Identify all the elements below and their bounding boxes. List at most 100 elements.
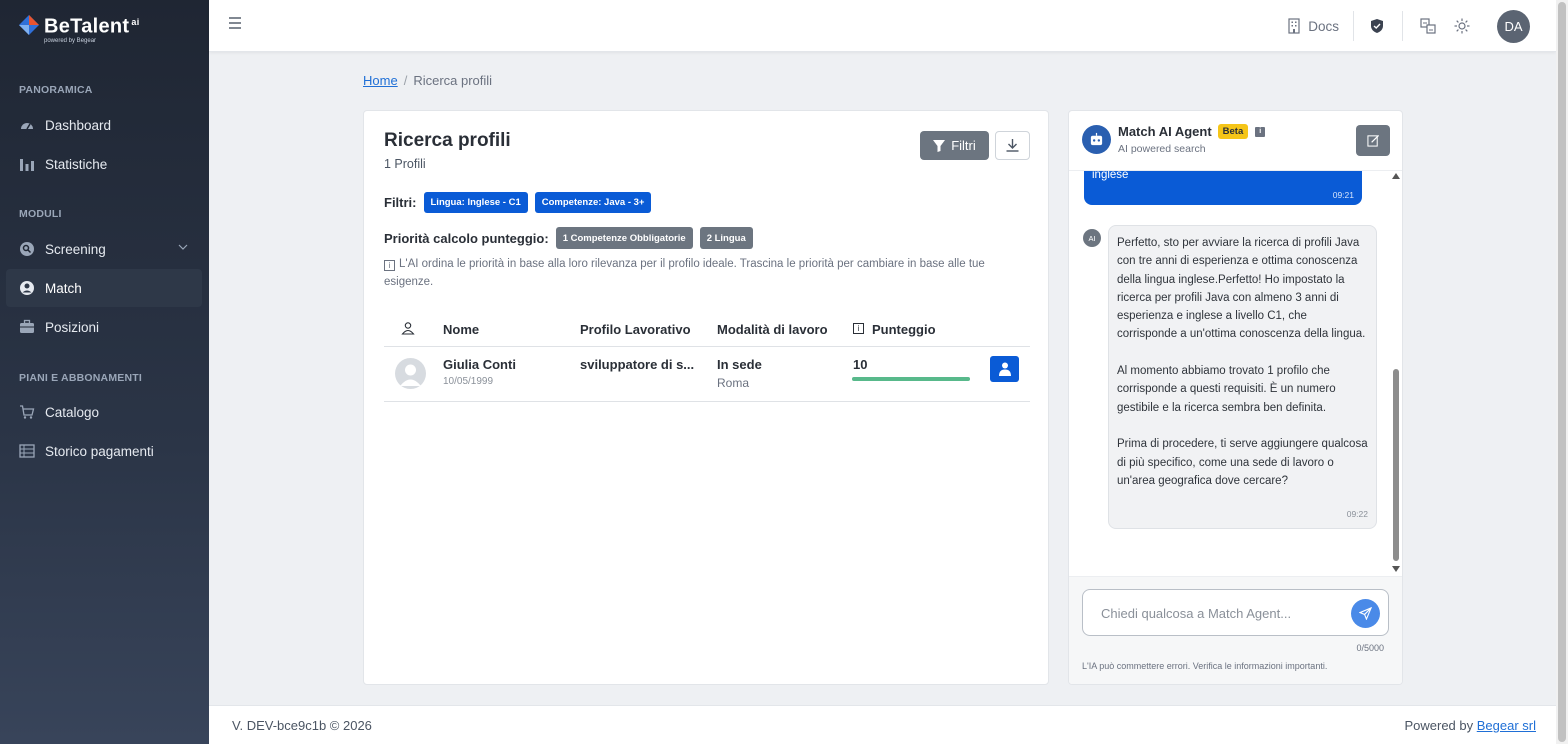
- breadcrumb-separator: /: [403, 73, 408, 88]
- ai-message: Perfetto, sto per avviare la ricerca di …: [1108, 225, 1377, 529]
- chevron-down-icon[interactable]: [178, 242, 188, 252]
- sidebar-item-statistiche[interactable]: Statistiche: [6, 145, 202, 183]
- page-title: Ricerca profili: [384, 130, 511, 151]
- chat-input-container: [1082, 589, 1389, 636]
- send-icon: [1359, 607, 1372, 620]
- breadcrumb-home-link[interactable]: Home: [363, 73, 398, 88]
- nav-section-panoramica: PANORAMICA: [19, 84, 93, 96]
- sidebar-item-label: Posizioni: [45, 319, 100, 335]
- funnel-icon: [933, 139, 946, 152]
- chat-title: Match AI Agent: [1118, 124, 1212, 139]
- sidebar-item-label: Dashboard: [45, 117, 112, 133]
- download-icon: [1006, 139, 1019, 152]
- app-name: BeTalent: [44, 15, 130, 38]
- ai-avatar: AI: [1083, 229, 1101, 247]
- column-header-profile[interactable]: Profilo Lavorativo: [580, 322, 691, 337]
- user-message-text: inglese: [1092, 171, 1129, 181]
- priority-chip-competenze[interactable]: 1 Competenze Obbligatorie: [555, 227, 693, 249]
- info-icon: i: [384, 260, 395, 271]
- candidate-work-mode: In sede: [717, 357, 762, 372]
- priority-hint: i L'AI ordina le priorità in base alla lo…: [384, 255, 1024, 291]
- user-message: inglese 09:21: [1084, 171, 1362, 205]
- briefcase-icon: [19, 319, 35, 335]
- robot-icon: [1082, 125, 1111, 154]
- chat-scrollbar[interactable]: [1392, 171, 1400, 576]
- sidebar-item-match[interactable]: Match: [6, 269, 202, 307]
- users-icon: [401, 322, 415, 335]
- ai-message-paragraph: Al momento abbiamo trovato 1 profilo che…: [1117, 365, 1336, 414]
- column-header-score[interactable]: Punteggio: [872, 322, 936, 337]
- breadcrumb: Home / Ricerca profili: [363, 73, 492, 88]
- sidebar-item-screening[interactable]: Screening: [6, 230, 202, 268]
- page-scrollbar[interactable]: [1556, 0, 1568, 744]
- app-name-sup: ai: [131, 17, 140, 27]
- active-filters: Filtri: Lingua: Inglese - C1 Competenze:…: [384, 192, 658, 213]
- send-button[interactable]: [1351, 599, 1380, 628]
- page-scrollbar-thumb[interactable]: [1558, 2, 1566, 742]
- gauge-icon: [19, 117, 35, 133]
- user-avatar[interactable]: DA: [1497, 9, 1530, 43]
- priority-row: Priorità calcolo punteggio: 1 Competenze…: [384, 227, 760, 249]
- hamburger-menu-icon[interactable]: [228, 16, 242, 30]
- user-circle-icon: [19, 280, 35, 296]
- sidebar-item-label: Match: [45, 280, 82, 296]
- ledger-icon: [19, 443, 35, 459]
- app-tagline: powered by Begear: [44, 37, 97, 44]
- shield-check-icon[interactable]: [1368, 17, 1386, 35]
- sidebar: BeTalent ai powered by Begear PANORAMICA …: [0, 0, 209, 744]
- chat-input[interactable]: [1091, 598, 1335, 628]
- new-chat-button[interactable]: [1356, 125, 1390, 156]
- begear-link[interactable]: Begear srl: [1477, 718, 1536, 733]
- candidate-name[interactable]: Giulia Conti: [443, 357, 516, 372]
- sidebar-item-label: Storico pagamenti: [45, 443, 154, 459]
- ai-message-paragraph: Perfetto, sto per avviare la ricerca di …: [1117, 237, 1366, 341]
- priority-label: Priorità calcolo punteggio:: [384, 230, 549, 246]
- match-ai-agent-panel: Match AI Agent Beta i AI powered search in…: [1068, 110, 1403, 685]
- sidebar-item-label: Statistiche: [45, 156, 108, 172]
- filters-label: Filtri:: [384, 195, 417, 210]
- candidate-city: Roma: [717, 376, 750, 390]
- docs-link[interactable]: Docs: [1272, 11, 1354, 41]
- scroll-down-arrow-icon[interactable]: [1392, 566, 1400, 572]
- chat-messages[interactable]: inglese 09:21 AI Perfetto, sto per avvia…: [1069, 171, 1402, 576]
- chat-composer: 0/5000 L'IA può commettere errori. Verif…: [1069, 576, 1402, 684]
- sidebar-item-storico-pagamenti[interactable]: Storico pagamenti: [6, 432, 202, 470]
- bar-chart-icon: [19, 156, 35, 172]
- sidebar-item-dashboard[interactable]: Dashboard: [6, 106, 202, 144]
- candidate-profile: sviluppatore di s...: [580, 357, 695, 372]
- filter-chip-competenze[interactable]: Competenze: Java - 3+: [534, 192, 652, 213]
- table-header: Nome Profilo Lavorativo Modalità di lavo…: [384, 313, 1030, 347]
- sidebar-item-posizioni[interactable]: Posizioni: [6, 308, 202, 346]
- candidate-score: 10: [853, 357, 868, 372]
- view-profile-button[interactable]: [990, 356, 1019, 382]
- nav-section-moduli: MODULI: [19, 208, 62, 220]
- cart-icon: [19, 404, 35, 420]
- ai-message-paragraph: Prima di procedere, ti serve aggiungere …: [1117, 438, 1368, 487]
- translate-icon[interactable]: [1419, 17, 1437, 35]
- ai-disclaimer: L'IA può commettere errori. Verifica le …: [1082, 661, 1328, 671]
- top-bar: Docs DA: [209, 0, 1556, 52]
- message-time: 09:21: [1332, 190, 1354, 200]
- docs-label: Docs: [1308, 18, 1339, 34]
- chat-subtitle: AI powered search: [1118, 143, 1206, 155]
- priority-chip-lingua[interactable]: 2 Lingua: [699, 227, 753, 249]
- user-icon: [998, 362, 1011, 376]
- column-header-name[interactable]: Nome: [443, 322, 479, 337]
- powered-by-label: Powered by: [1404, 718, 1474, 733]
- beta-badge: Beta: [1217, 124, 1249, 139]
- brand-logo[interactable]: BeTalent ai powered by Begear: [18, 12, 140, 44]
- sidebar-item-catalogo[interactable]: Catalogo: [6, 393, 202, 431]
- profile-count: 1 Profili: [384, 157, 426, 171]
- filters-button[interactable]: Filtri: [920, 131, 989, 160]
- info-icon[interactable]: i: [853, 323, 864, 334]
- candidate-birthdate: 10/05/1999: [443, 376, 494, 387]
- sun-icon[interactable]: [1453, 17, 1471, 35]
- info-icon[interactable]: i: [1255, 126, 1266, 137]
- column-header-mode[interactable]: Modalità di lavoro: [717, 322, 828, 337]
- chat-scrollbar-thumb[interactable]: [1393, 369, 1399, 561]
- scroll-up-arrow-icon[interactable]: [1392, 173, 1400, 179]
- screening-icon: [19, 241, 35, 257]
- table-row[interactable]: Giulia Conti 10/05/1999 sviluppatore di …: [384, 347, 1030, 402]
- download-button[interactable]: [995, 131, 1030, 160]
- filter-chip-lingua[interactable]: Lingua: Inglese - C1: [423, 192, 528, 213]
